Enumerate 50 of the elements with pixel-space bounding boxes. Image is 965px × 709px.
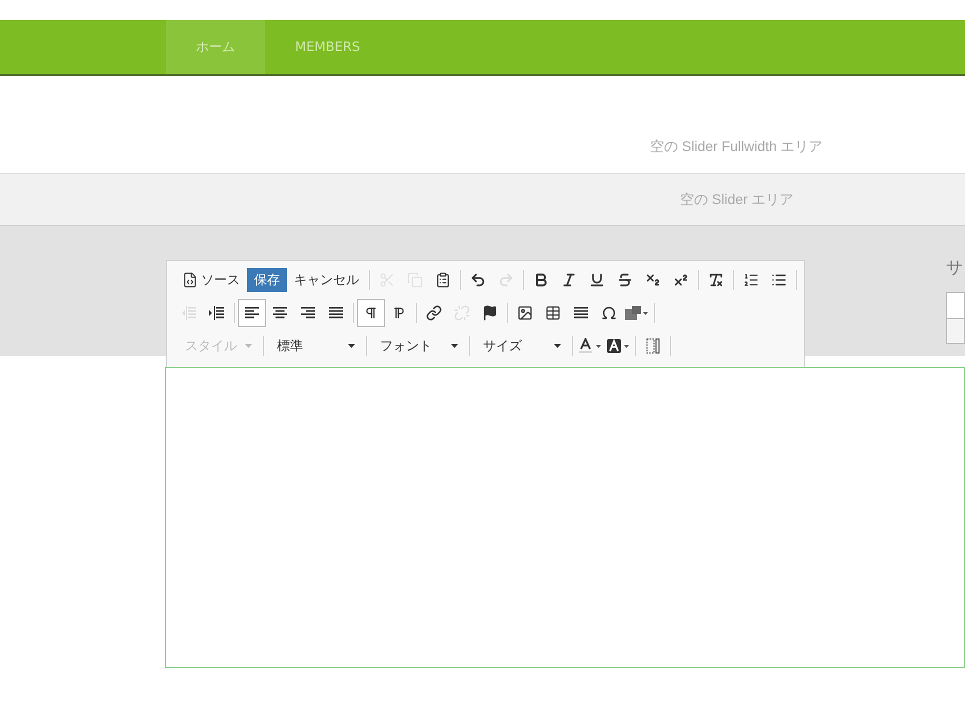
pilcrow-button[interactable] — [357, 299, 385, 327]
underline-icon — [589, 272, 605, 288]
numbered-list-icon — [743, 272, 759, 288]
caret-icon — [348, 344, 355, 348]
caret-icon — [245, 344, 252, 348]
align-justify-icon — [328, 305, 344, 321]
align-left-button[interactable] — [238, 299, 266, 327]
undo-icon — [470, 272, 486, 288]
caret-icon — [451, 344, 458, 348]
code-file-icon — [182, 272, 198, 288]
superscript-icon — [673, 272, 689, 288]
copy-icon — [407, 272, 423, 288]
placeholder-text: 空の Slider エリア — [680, 190, 794, 208]
strikethrough-icon — [617, 272, 633, 288]
sidebar-title: サ — [946, 257, 963, 279]
text-color-icon — [578, 338, 602, 354]
align-center-icon — [272, 305, 288, 321]
scissors-icon — [379, 272, 395, 288]
save-button[interactable]: 保存 — [247, 268, 287, 292]
bold-icon — [533, 272, 549, 288]
pilcrow-icon — [392, 306, 406, 320]
omega-icon — [601, 305, 617, 321]
link-icon — [426, 305, 442, 321]
shapes-icon — [625, 305, 649, 321]
unlink-icon — [454, 305, 470, 321]
format-dropdown[interactable]: 標準 — [267, 334, 363, 358]
redo-icon — [498, 272, 514, 288]
horizontal-rule-icon — [573, 305, 589, 321]
cancel-button[interactable]: キャンセル — [287, 266, 366, 294]
bulleted-list-icon — [771, 272, 787, 288]
subscript-icon — [645, 272, 661, 288]
pilcrow-icon — [364, 306, 378, 320]
background-color-icon — [606, 338, 630, 354]
format-dropdown[interactable]: サイズ — [473, 334, 569, 358]
align-left-icon — [244, 305, 260, 321]
format-dropdown[interactable]: フォント — [370, 334, 466, 358]
caret-icon — [554, 344, 561, 348]
source-button[interactable]: ソース — [175, 266, 247, 294]
clipboard-icon — [435, 272, 451, 288]
remove-format-icon — [708, 272, 724, 288]
table-icon — [545, 305, 561, 321]
align-right-icon — [300, 305, 316, 321]
outdent-icon — [181, 305, 197, 321]
image-icon — [517, 305, 533, 321]
show-blocks-icon — [645, 338, 661, 354]
sidebar-box — [946, 292, 965, 344]
flag-icon — [482, 305, 498, 321]
indent-icon — [209, 305, 225, 321]
placeholder-text: 空の Slider Fullwidth エリア — [650, 138, 823, 156]
italic-icon — [561, 272, 577, 288]
